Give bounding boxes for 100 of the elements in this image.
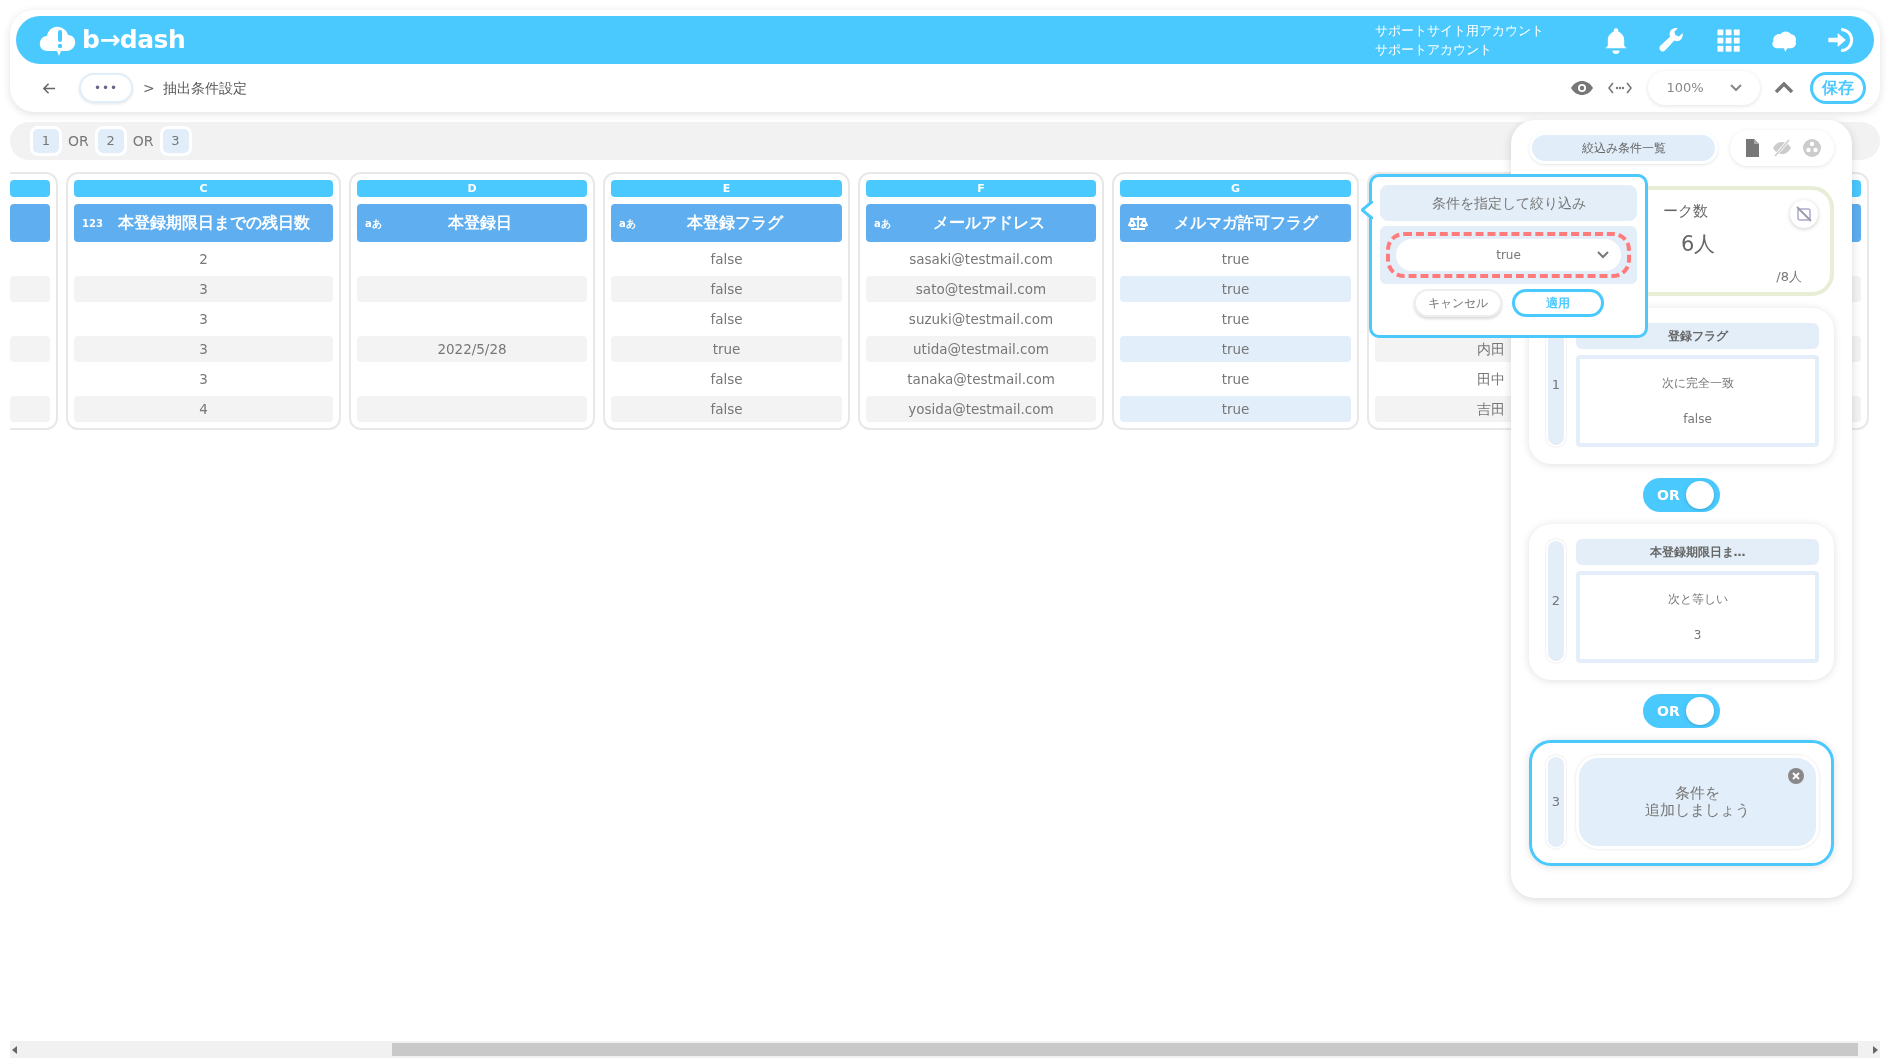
save-button[interactable]: 保存 (1810, 72, 1866, 104)
column-header[interactable]: aあ 本登録フラグ (611, 204, 842, 242)
zoom-select[interactable]: 100% (1648, 71, 1760, 105)
column-letter: F (866, 180, 1096, 197)
close-icon[interactable] (1788, 768, 1804, 784)
table-cell-text: 内田 (1476, 340, 1505, 359)
column-letter: C (74, 180, 333, 197)
table-cell: true (1120, 276, 1351, 302)
table-cell: sato@testmail.com (866, 276, 1096, 302)
column-letter: D (357, 180, 587, 197)
column-header[interactable]: aあ メールアドレス (866, 204, 1096, 242)
table-cell-text: false (709, 250, 744, 269)
table-cell-text: 田中 (1476, 370, 1505, 389)
more-button[interactable]: ••• (79, 73, 133, 103)
scale-icon (1128, 215, 1148, 231)
table-cell-text: sasaki@testmail.com (908, 250, 1054, 269)
table-cell: 3 (74, 336, 333, 362)
chevron-up-icon[interactable] (1774, 82, 1794, 94)
table-cell: true (1120, 336, 1351, 362)
table-cell: utida@testmail.com (866, 336, 1096, 362)
condition-card[interactable]: 2 本登録期限日ま… 次と等しい 3 (1529, 524, 1834, 680)
reel-icon[interactable] (1802, 138, 1822, 158)
condition-card[interactable]: 1 登録フラグ 次に完全一致 false (1529, 308, 1834, 464)
eye-icon[interactable] (1570, 80, 1594, 96)
table-cell-text: tanaka@testmail.com (906, 370, 1056, 389)
add-condition-prompt: 条件を 追加しましょう (1645, 785, 1750, 819)
column-letter: G (1120, 180, 1351, 197)
apply-button[interactable]: 適用 (1511, 289, 1604, 317)
slash-icon (1795, 205, 1813, 223)
popup-title: 条件を指定して絞り込み (1380, 185, 1637, 221)
type-label: aあ (874, 216, 891, 231)
table-cell-text: true (1220, 250, 1251, 269)
or-label: OR (132, 131, 154, 151)
condition-field: 本登録期限日ま… (1576, 539, 1819, 565)
horizontal-scrollbar[interactable] (10, 1041, 1880, 1058)
scroll-right-icon[interactable] (1870, 1044, 1880, 1055)
scroll-left-icon[interactable] (10, 1044, 20, 1055)
column-title: 本登録期限日までの残日数 (116, 212, 311, 234)
condition-operator: 次と等しい (1667, 591, 1728, 608)
or-label: OR (68, 131, 89, 151)
breadcrumb-separator: > (143, 78, 155, 98)
table-cell: true (611, 336, 842, 362)
column-title: メールアドレス (932, 212, 1047, 234)
column-header[interactable]: 123 本登録期限日までの残日数 (74, 204, 333, 242)
condition-chip[interactable]: 3 (159, 126, 192, 156)
chevron-down-icon (1597, 249, 1609, 261)
table-cell-text: 2 (198, 250, 209, 269)
table-cell-text: 3 (198, 310, 209, 329)
condition-chip[interactable]: 2 (94, 126, 127, 156)
table-cell-text: 3 (198, 370, 209, 389)
or-toggle[interactable]: OR (1643, 694, 1720, 728)
table-cell-text: false (709, 370, 744, 389)
count-value: 6人 (1681, 230, 1717, 258)
table-cell-text: true (1220, 310, 1251, 329)
code-icon[interactable] (1608, 81, 1632, 95)
column-letter-bar (10, 180, 50, 197)
condition-value: 3 (1693, 627, 1702, 644)
column-header[interactable]: aあ 本登録日 (357, 204, 587, 242)
table-cell: 3 (74, 276, 333, 302)
value-select[interactable]: true (1396, 239, 1621, 271)
column-title: 本登録日 (447, 212, 514, 234)
column-header[interactable]: メルマガ許可フラグ (1120, 204, 1351, 242)
type-label: aあ (365, 216, 382, 231)
scrollbar-thumb[interactable] (392, 1043, 1858, 1056)
count-label: ーク数 (1663, 201, 1708, 222)
condition-index: 2 (1546, 539, 1566, 663)
condition-operator: 次に完全一致 (1661, 375, 1734, 392)
logo-text: b→dash (82, 24, 186, 57)
table-cell: false (611, 276, 842, 302)
table-cell: yosida@testmail.com (866, 396, 1096, 422)
add-condition-area[interactable]: 条件を 追加しましょう (1576, 755, 1819, 849)
column-letter: E (611, 180, 842, 197)
type-label: 123 (82, 216, 103, 231)
table-cell-text: false (709, 310, 744, 329)
hide-count-button[interactable] (1790, 200, 1818, 228)
type-label: aあ (619, 216, 636, 231)
column-title: メルマガ許可フラグ (1172, 212, 1320, 234)
cancel-button[interactable]: キャンセル (1413, 289, 1502, 317)
eye-slash-icon[interactable] (1772, 138, 1792, 158)
table-cell-text: 吉田 (1476, 400, 1505, 419)
condition-list-button[interactable]: 絞込み条件一覧 (1529, 132, 1718, 164)
account-name: サポートアカウント (1375, 41, 1493, 59)
or-toggle[interactable]: OR (1643, 478, 1720, 512)
breadcrumb-current: 抽出条件設定 (162, 78, 247, 98)
account-name: サポートサイト用アカウント (1375, 22, 1544, 40)
sign-in-icon[interactable] (1826, 26, 1854, 54)
table-cell: 4 (74, 396, 333, 422)
table-cell: 2022/5/28 (357, 336, 587, 362)
condition-index: 3 (1546, 755, 1566, 849)
chevron-down-icon (1729, 84, 1742, 92)
table-cell: false (611, 396, 842, 422)
table-cell-text: suzuki@testmail.com (907, 310, 1055, 329)
table-cell: true (1120, 396, 1351, 422)
condition-chip[interactable]: 1 (30, 126, 62, 156)
wrench-icon[interactable] (1658, 26, 1686, 54)
condition-card[interactable]: 3 条件を 追加しましょう (1529, 740, 1834, 866)
column-title: 本登録フラグ (685, 212, 785, 234)
condition-value: false (1683, 411, 1712, 428)
count-total: /8人 (1776, 267, 1802, 286)
column-header (10, 204, 50, 242)
